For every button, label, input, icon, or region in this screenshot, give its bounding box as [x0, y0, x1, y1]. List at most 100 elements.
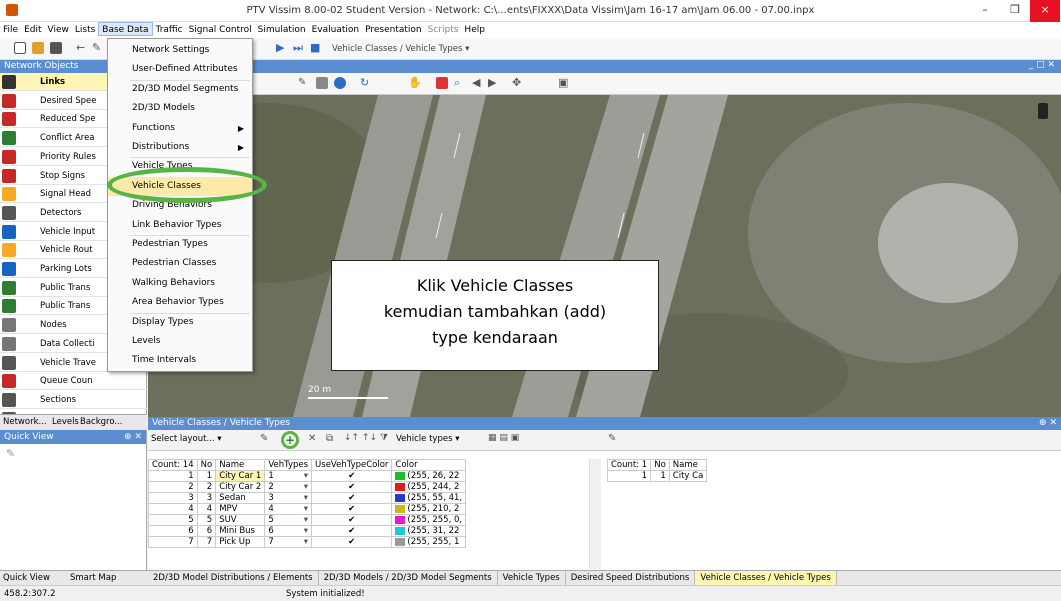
- refresh-icon[interactable]: ↻: [360, 77, 372, 89]
- column-header[interactable]: Count: 1: [606, 459, 652, 471]
- checkbox-checked-icon[interactable]: ✔: [348, 482, 355, 492]
- vehicle-list-dropdown[interactable]: Vehicle Classes / Vehicle Types ▾: [332, 42, 482, 56]
- tab-vehicle-classes[interactable]: Vehicle Classes / Vehicle Types: [695, 571, 837, 585]
- undo-icon[interactable]: ←: [76, 42, 88, 54]
- tab-models[interactable]: 2D/3D Models / 2D/3D Model Segments: [319, 571, 498, 585]
- checkbox-checked-icon[interactable]: ✔: [348, 526, 355, 536]
- menu-item-pedestrian-types[interactable]: Pedestrian Types: [108, 235, 252, 254]
- minimize-button[interactable]: –: [970, 0, 1000, 22]
- table-row[interactable]: 6 6 Mini Bus 6 ▾ ✔ (255, 31, 22: [148, 525, 467, 537]
- column-header[interactable]: VehTypes: [264, 459, 313, 471]
- cell-name[interactable]: Sedan: [215, 492, 266, 504]
- stop-icon[interactable]: ■: [310, 42, 322, 54]
- checkbox-checked-icon[interactable]: ✔: [348, 515, 355, 525]
- cell-vehtypes[interactable]: 6 ▾: [264, 525, 313, 537]
- tab-network-objects[interactable]: Network...: [3, 417, 47, 427]
- menu-file[interactable]: File: [0, 23, 21, 35]
- cell-name[interactable]: City Ca: [668, 470, 708, 482]
- menu-signal-control[interactable]: Signal Control: [186, 23, 255, 35]
- menu-item-distributions[interactable]: Distributions ▶: [108, 138, 252, 157]
- tab-levels[interactable]: Levels: [52, 417, 79, 427]
- pane-controls-icon[interactable]: _ □ ✕: [1029, 60, 1055, 70]
- menu-help[interactable]: Help: [461, 23, 488, 35]
- menu-item-pedestrian-classes[interactable]: Pedestrian Classes: [108, 254, 252, 273]
- cell-use-color[interactable]: ✔: [311, 525, 393, 537]
- open-file-icon[interactable]: [32, 42, 44, 54]
- tab-desired-speed[interactable]: Desired Speed Distributions: [566, 571, 696, 585]
- menu-traffic[interactable]: Traffic: [153, 23, 186, 35]
- table-row[interactable]: 2 2 City Car 2 2 ▾ ✔ (255, 244, 2: [148, 481, 467, 493]
- menu-view[interactable]: View: [45, 23, 72, 35]
- list-tools-icon[interactable]: ▦ ▤ ▣: [488, 433, 519, 443]
- zoom-icon[interactable]: ⌕: [454, 77, 466, 89]
- cell-vehtypes[interactable]: 2 ▾: [264, 481, 313, 493]
- copy-icon[interactable]: ⧉: [326, 433, 333, 444]
- cell-name[interactable]: City Car 1: [215, 470, 266, 482]
- grid-icon[interactable]: [316, 77, 328, 89]
- menu-item-2d-3d-models[interactable]: 2D/3D Models: [108, 99, 252, 118]
- network-object-16[interactable]: Queue Coun: [0, 372, 147, 391]
- menu-item-walking-behaviors[interactable]: Walking Behaviors: [108, 274, 252, 293]
- cell-vehtypes[interactable]: 5 ▾: [264, 514, 313, 526]
- delete-icon[interactable]: ✕: [308, 433, 316, 444]
- menu-presentation[interactable]: Presentation: [362, 23, 425, 35]
- save-icon[interactable]: [50, 42, 62, 54]
- cell-name[interactable]: Pick Up: [215, 536, 266, 548]
- cell-use-color[interactable]: ✔: [311, 503, 393, 515]
- cell-color[interactable]: (255, 26, 22: [391, 470, 467, 482]
- new-file-icon[interactable]: [14, 42, 26, 54]
- globe-icon[interactable]: [334, 77, 346, 89]
- table-row[interactable]: 1 1 City Car 1 1 ▾ ✔ (255, 26, 22: [148, 470, 467, 482]
- table-row[interactable]: 4 4 MPV 4 ▾ ✔ (255, 210, 2: [148, 503, 467, 515]
- menu-edit[interactable]: Edit: [21, 23, 44, 35]
- dropdown-arrow-icon[interactable]: ▾: [304, 526, 308, 536]
- cell-vehtypes[interactable]: 3 ▾: [264, 492, 313, 504]
- table-row[interactable]: 3 3 Sedan 3 ▾ ✔ (255, 55, 41,: [148, 492, 467, 504]
- tab-backgrounds[interactable]: Backgro...: [80, 417, 123, 427]
- column-header[interactable]: Color: [391, 459, 467, 471]
- menu-item-time-intervals[interactable]: Time Intervals: [108, 351, 252, 370]
- cell-color[interactable]: (255, 244, 2: [391, 481, 467, 493]
- column-header[interactable]: No: [196, 459, 217, 471]
- cell-vehtypes[interactable]: 7 ▾: [264, 536, 313, 548]
- zoom-fit-icon[interactable]: [436, 77, 448, 89]
- hand-icon[interactable]: ✋: [408, 77, 422, 89]
- camera-icon[interactable]: ▣: [558, 77, 570, 89]
- select-layout-dropdown[interactable]: Select layout... ▾: [151, 434, 251, 447]
- checkbox-checked-icon[interactable]: ✔: [348, 471, 355, 481]
- cell-color[interactable]: (255, 55, 41,: [391, 492, 467, 504]
- wrench-icon[interactable]: ✎: [92, 42, 104, 54]
- checkbox-checked-icon[interactable]: ✔: [348, 493, 355, 503]
- menu-item-area-behavior-types[interactable]: Area Behavior Types: [108, 293, 252, 312]
- scrollbar[interactable]: [589, 459, 601, 569]
- table-row[interactable]: 1 1 City Ca: [606, 470, 708, 482]
- filter-icon[interactable]: ⧩: [380, 433, 388, 443]
- sort-descending-icon[interactable]: ↑↓: [362, 433, 377, 443]
- pin-icon[interactable]: ⊕ ✕: [1039, 418, 1057, 428]
- network-object-17[interactable]: Sections: [0, 391, 147, 409]
- menu-item-display-types[interactable]: Display Types: [108, 313, 252, 332]
- table-row[interactable]: 7 7 Pick Up 7 ▾ ✔ (255, 255, 1: [148, 536, 467, 548]
- tab-model-distributions[interactable]: 2D/3D Model Distributions / Elements: [148, 571, 319, 585]
- back-icon[interactable]: ◀: [472, 77, 484, 89]
- cell-vehtypes[interactable]: 4 ▾: [264, 503, 313, 515]
- pan-icon[interactable]: ✥: [512, 77, 524, 89]
- step-icon[interactable]: ⏭: [293, 42, 305, 54]
- checkbox-checked-icon[interactable]: ✔: [348, 537, 355, 547]
- menu-base-data[interactable]: Base Data: [98, 22, 153, 36]
- cell-color[interactable]: (255, 31, 22: [391, 525, 467, 537]
- menu-item-network-settings[interactable]: Network Settings: [108, 41, 252, 60]
- cell-use-color[interactable]: ✔: [311, 481, 393, 493]
- dropdown-arrow-icon[interactable]: ▾: [304, 515, 308, 525]
- menu-item-2d-3d-model-segments[interactable]: 2D/3D Model Segments: [108, 80, 252, 99]
- cell-use-color[interactable]: ✔: [311, 470, 393, 482]
- dropdown-arrow-icon[interactable]: ▾: [304, 482, 308, 492]
- dropdown-arrow-icon[interactable]: ▾: [304, 493, 308, 503]
- sort-ascending-icon[interactable]: ↓↑: [344, 433, 359, 443]
- vehicle-types-dropdown[interactable]: Vehicle types ▾: [396, 434, 496, 444]
- wrench-icon[interactable]: ✎: [260, 433, 268, 444]
- cell-name[interactable]: MPV: [215, 503, 266, 515]
- column-header[interactable]: UseVehTypeColor: [311, 459, 393, 471]
- cell-name[interactable]: Mini Bus: [215, 525, 266, 537]
- table-row[interactable]: 5 5 SUV 5 ▾ ✔ (255, 255, 0,: [148, 514, 467, 526]
